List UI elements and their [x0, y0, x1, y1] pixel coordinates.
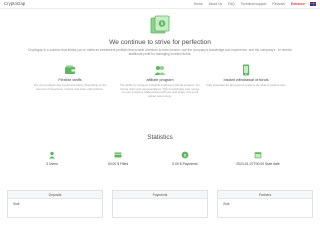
panel-content: Wait — [13, 202, 20, 206]
feature-text: The ability to configure a flexible mult… — [120, 83, 200, 98]
feature-text: Fully automatic for all payment systems … — [206, 83, 286, 87]
people-icon — [154, 66, 166, 75]
partners-panel: Partners Wait — [217, 190, 313, 218]
main-nav: Home About Us FAQ Technical support Revi… — [188, 1, 316, 6]
brand-logo[interactable]: CryptoGap — [4, 1, 25, 6]
feature-instant-withdrawal: Instant withdrawal of funds Fully automa… — [206, 64, 286, 88]
payments-panel: Payments — [112, 190, 208, 218]
panel-content: Wait — [223, 202, 230, 206]
stat-label: 00.00 $ Filled — [107, 162, 129, 166]
phone-icon — [243, 64, 249, 76]
hero-title: We continue to strive for perfection — [109, 39, 211, 46]
stat-payments: $ 0.00 $ Payments — [155, 151, 215, 166]
feature-affiliate-program: affiliate program The ability to configu… — [120, 64, 200, 98]
wallet-icon — [65, 65, 75, 74]
stat-filled: 00.00 $ Filled — [88, 151, 148, 166]
nav-about[interactable]: About Us — [209, 2, 223, 6]
users-icon — [49, 151, 55, 159]
nav-faq[interactable]: FAQ — [228, 2, 235, 6]
calendar-icon — [254, 152, 262, 159]
nav-home[interactable]: Home — [194, 2, 203, 6]
deposits-panel: Deposits Wait — [7, 190, 103, 218]
nav-support[interactable]: Technical support — [241, 2, 267, 6]
feature-title: affiliate program — [146, 78, 174, 82]
feature-title: Instant withdrawal of funds — [223, 78, 269, 82]
payments-icon: $ — [181, 151, 189, 159]
nav-reviews[interactable]: Reviews — [272, 2, 284, 6]
stat-label: 0.00 $ Payments — [172, 162, 198, 166]
panel-title: Payments — [113, 191, 207, 199]
hero-description: Cryptogap is a solution that allows you … — [28, 48, 292, 57]
feature-flexible-tariffs: Flexible tariffs You can configure any i… — [30, 64, 110, 91]
panel-content — [113, 199, 207, 205]
stat-label: 2024-01-07T00:00 Start date — [236, 162, 280, 166]
svg-text:$: $ — [161, 21, 164, 26]
money-icon: $ — [150, 15, 170, 34]
refill-icon — [114, 152, 122, 158]
panel-title: Deposits — [8, 191, 102, 199]
stat-label: 3 Users — [46, 162, 58, 166]
uk-flag-icon[interactable] — [310, 1, 316, 6]
panel-title: Partners — [218, 191, 312, 199]
stat-users: 3 Users — [22, 151, 82, 166]
feature-title: Flexible tariffs — [58, 78, 82, 82]
stat-start-date: 2024-01-07T00:00 Start date — [228, 151, 288, 166]
feature-text: You can configure any investment plans. … — [33, 83, 107, 91]
nav-entrance[interactable]: Entrance — [291, 2, 305, 6]
top-navbar: CryptoGap Home About Us FAQ Technical su… — [0, 0, 320, 9]
statistics-title: Statistics — [147, 134, 173, 141]
